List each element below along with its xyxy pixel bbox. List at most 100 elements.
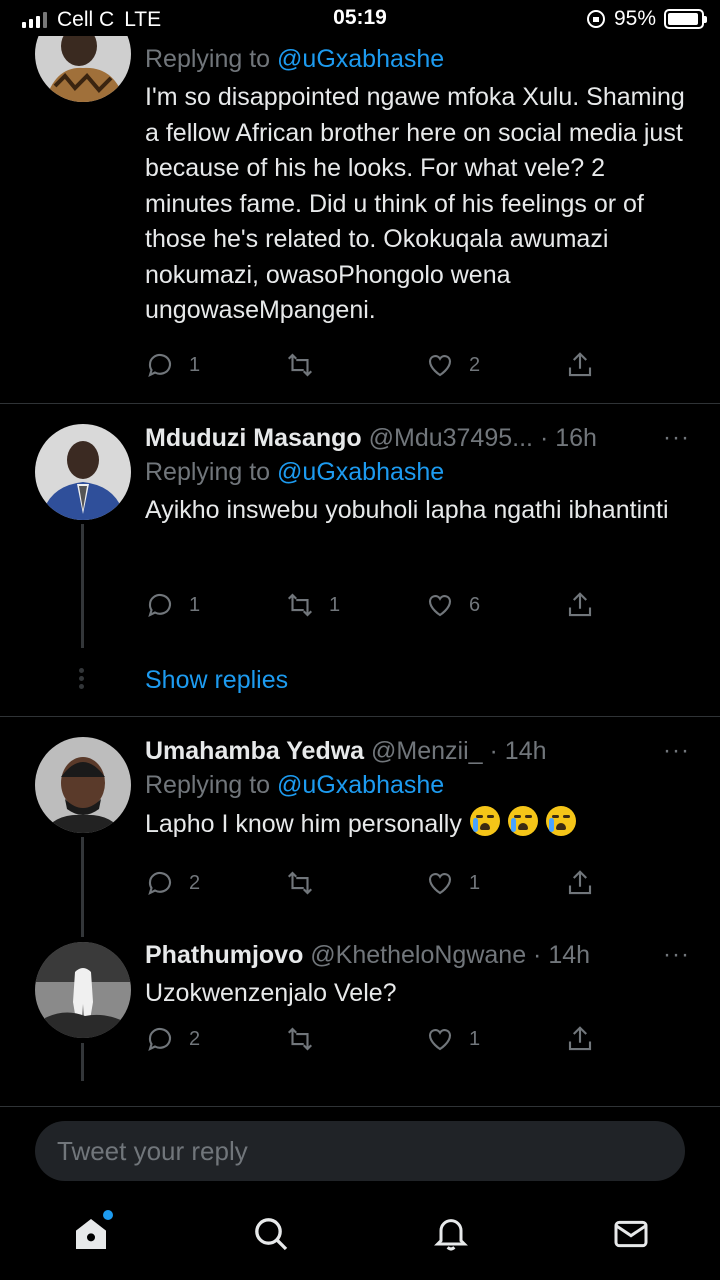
more-options-icon[interactable]: ··· <box>663 421 690 455</box>
display-name[interactable]: Phathumjovo <box>145 941 303 969</box>
timestamp[interactable]: · 16h <box>540 424 597 452</box>
home-icon <box>76 1219 106 1249</box>
reply-tweet[interactable]: Umahamba Yedwa @Menzii_ · 14h ··· Replyi… <box>0 717 720 937</box>
retweet-icon <box>287 593 313 617</box>
avatar[interactable] <box>35 424 131 520</box>
more-options-icon[interactable]: ··· <box>663 734 690 768</box>
retweet-count: 1 <box>329 593 341 616</box>
bottom-tab-bar <box>0 1196 720 1280</box>
share-button[interactable] <box>565 590 595 620</box>
reply-icon <box>148 1027 172 1052</box>
notifications-icon <box>434 1219 468 1251</box>
share-button[interactable] <box>565 1024 595 1054</box>
tab-home[interactable] <box>71 1210 113 1254</box>
thread-line <box>81 524 84 648</box>
reply-tweet[interactable]: Phathumjovo @KhetheloNgwane · 14h ··· Uz… <box>0 937 720 1106</box>
heart-icon <box>428 355 452 377</box>
heart-icon <box>428 595 452 617</box>
retweet-button[interactable] <box>285 1024 329 1054</box>
notification-dot <box>103 1210 113 1220</box>
user-handle[interactable]: @Menzii_ <box>371 737 483 765</box>
replying-to: Replying to @uGxabhashe <box>145 42 690 76</box>
share-icon <box>568 352 592 377</box>
replying-to-label: Replying to <box>145 45 271 73</box>
crying-emoji-icon <box>507 806 538 836</box>
reply-icon <box>148 353 172 378</box>
tweet-actions: 2 1 <box>145 868 595 898</box>
share-icon <box>568 1026 592 1051</box>
like-button[interactable]: 6 <box>425 590 480 620</box>
retweet-icon <box>287 871 313 895</box>
battery-percent: 95% <box>613 7 656 30</box>
retweet-icon <box>287 1027 313 1051</box>
heart-icon <box>428 873 452 895</box>
share-button[interactable] <box>565 350 595 380</box>
user-handle[interactable]: @KhetheloNgwane <box>310 941 526 969</box>
tab-messages[interactable] <box>611 1214 651 1254</box>
tweet-text: Ayikho inswebu yobuholi lapha ngathi ibh… <box>145 496 669 524</box>
tweet-text: Uzokwenzenjalo Vele? <box>145 979 397 1007</box>
replying-to: Replying to @uGxabhashe <box>145 455 690 489</box>
reply-count: 1 <box>189 353 201 376</box>
replies-feed[interactable]: Replying to @uGxabhashe I'm so disappoin… <box>0 0 720 1106</box>
thread-dots-icon <box>79 668 85 692</box>
reply-composer <box>0 1106 720 1196</box>
more-options-icon[interactable]: ··· <box>663 938 690 972</box>
reply-button[interactable]: 2 <box>145 1024 200 1054</box>
replying-to: Replying to @uGxabhashe <box>145 768 690 802</box>
timestamp[interactable]: · 14h <box>490 737 547 765</box>
replying-to-label: Replying to <box>145 458 271 486</box>
like-button[interactable]: 2 <box>425 350 480 380</box>
tweet-reply-input[interactable] <box>35 1121 685 1181</box>
tab-notifications[interactable] <box>431 1214 471 1254</box>
share-icon <box>568 870 592 895</box>
crying-emoji-icon <box>545 806 576 836</box>
messages-icon <box>614 1220 648 1248</box>
avatar[interactable] <box>35 942 131 1038</box>
retweet-button[interactable] <box>285 350 329 380</box>
tweet-actions: 1 2 <box>145 350 595 380</box>
mention-link[interactable]: @uGxabhashe <box>277 458 444 486</box>
reply-count: 2 <box>189 871 201 894</box>
avatar[interactable] <box>35 737 131 833</box>
tweet-header: Mduduzi Masango @Mdu37495... · 16h ··· <box>145 421 690 455</box>
show-replies-link[interactable]: Show replies <box>145 666 288 695</box>
orientation-lock-icon <box>586 10 605 28</box>
like-button[interactable]: 1 <box>425 1024 480 1054</box>
tweet-actions: 2 1 <box>145 1024 595 1054</box>
reply-button[interactable]: 1 <box>145 350 200 380</box>
reply-icon <box>148 871 172 896</box>
like-count: 1 <box>469 1027 481 1050</box>
tweet-text: Lapho I know him personally <box>145 810 462 838</box>
mention-link[interactable]: @uGxabhashe <box>277 45 444 73</box>
like-button[interactable]: 1 <box>425 868 480 898</box>
heart-icon <box>428 1029 452 1051</box>
reply-tweet[interactable]: Replying to @uGxabhashe I'm so disappoin… <box>0 0 720 404</box>
reply-button[interactable]: 2 <box>145 868 200 898</box>
retweet-button[interactable] <box>285 868 329 898</box>
tweet-text-row: Lapho I know him personally <box>145 806 690 843</box>
like-count: 1 <box>469 871 481 894</box>
reply-button[interactable]: 1 <box>145 590 200 620</box>
thread-line <box>81 837 84 937</box>
tab-search[interactable] <box>251 1214 291 1254</box>
mention-link[interactable]: @uGxabhashe <box>277 771 444 799</box>
retweet-icon <box>287 353 313 377</box>
like-count: 6 <box>469 593 481 616</box>
thread-line <box>81 1043 84 1081</box>
tweet-text: I'm so disappointed ngawe mfoka Xulu. Sh… <box>145 83 685 324</box>
user-handle[interactable]: @Mdu37495... <box>369 424 533 452</box>
reply-count: 1 <box>189 593 201 616</box>
timestamp[interactable]: · 14h <box>533 941 590 969</box>
retweet-button[interactable]: 1 <box>285 590 340 620</box>
reply-tweet[interactable]: Mduduzi Masango @Mdu37495... · 16h ··· R… <box>0 404 720 716</box>
display-name[interactable]: Mduduzi Masango <box>145 424 362 452</box>
reply-count: 2 <box>189 1027 201 1050</box>
replying-to-label: Replying to <box>145 771 271 799</box>
share-icon <box>568 592 592 617</box>
status-bar: Cell C LTE 05:19 95% <box>0 0 720 36</box>
search-icon <box>255 1218 288 1251</box>
reply-icon <box>148 593 172 618</box>
share-button[interactable] <box>565 868 595 898</box>
display-name[interactable]: Umahamba Yedwa <box>145 737 364 765</box>
